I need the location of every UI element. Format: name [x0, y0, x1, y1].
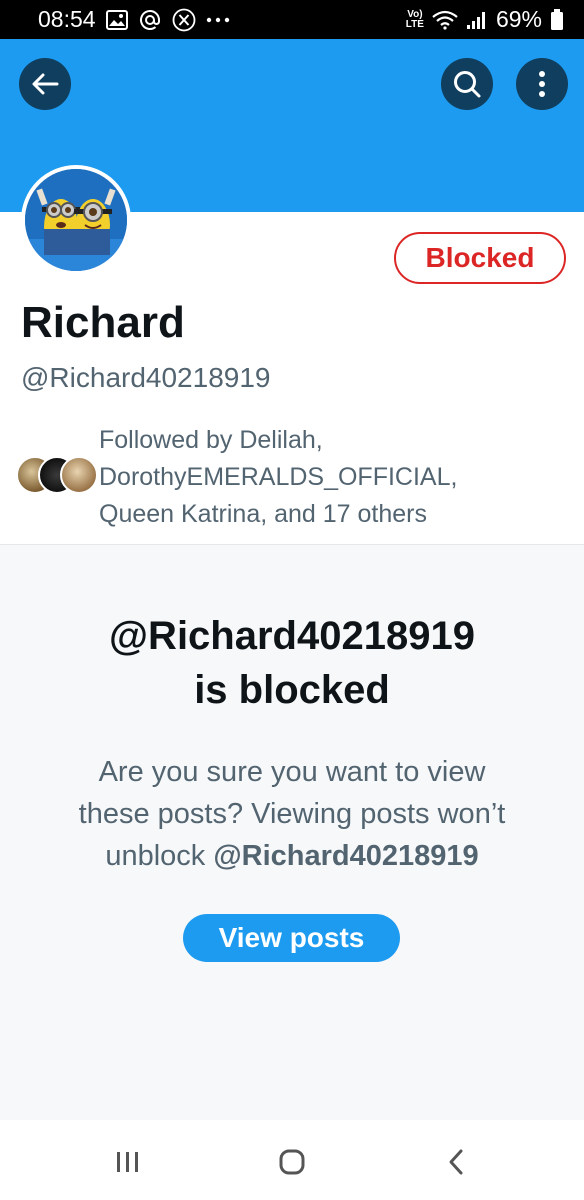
home-button[interactable]	[272, 1142, 312, 1182]
search-button[interactable]	[441, 58, 493, 110]
blocked-desc-line: these posts? Viewing posts won’t	[78, 798, 506, 830]
status-left: 08:54	[38, 6, 230, 33]
followed-by-line: Followed by Delilah,	[99, 426, 323, 454]
display-name: Richard	[21, 298, 185, 347]
back-chevron-icon	[446, 1148, 466, 1176]
blocked-desc-line: unblock @Richard40218919	[0, 835, 584, 877]
battery-percent: 69%	[495, 6, 542, 32]
more-dots-icon	[206, 17, 230, 23]
more-vertical-icon	[538, 69, 546, 99]
wifi-icon	[432, 10, 458, 30]
follower-avatar	[60, 456, 98, 494]
gallery-icon	[105, 9, 128, 30]
recents-button[interactable]	[108, 1142, 148, 1182]
profile-handle: @Richard40218919	[21, 362, 271, 393]
blocked-desc-prefix: unblock	[105, 840, 214, 872]
system-back-button[interactable]	[436, 1142, 476, 1182]
blocked-title-line: @Richard40218919	[109, 614, 475, 658]
system-nav-bar	[0, 1120, 584, 1200]
blocked-button[interactable]: Blocked	[394, 232, 566, 284]
back-button[interactable]	[19, 58, 71, 110]
blocked-title: @Richard40218919 is blocked	[0, 609, 584, 717]
volte-icon: Vo) LTE	[405, 9, 424, 30]
status-time: 08:54	[38, 6, 96, 32]
view-posts-label: View posts	[218, 922, 365, 953]
blocked-title-line: is blocked	[194, 668, 390, 712]
blocked-button-label: Blocked	[425, 242, 535, 273]
more-options-button[interactable]	[516, 58, 568, 110]
blocked-desc-line: Are you sure you want to view	[98, 756, 486, 788]
avatar[interactable]	[21, 165, 131, 275]
battery-icon	[550, 8, 564, 31]
followed-by-text: Followed by Delilah, DorothyEMERALDS_OFF…	[99, 422, 569, 533]
x-logo-icon	[172, 8, 196, 32]
follower-avatars	[16, 456, 98, 496]
home-icon	[278, 1148, 306, 1176]
volte-label-bottom: LTE	[405, 18, 424, 30]
blocked-desc-handle: @Richard40218919	[213, 840, 479, 872]
followed-by-line: DorothyEMERALDS_OFFICIAL,	[99, 463, 458, 491]
arrow-left-icon	[30, 69, 60, 99]
blocked-description: Are you sure you want to view these post…	[0, 751, 584, 877]
recents-icon	[115, 1150, 141, 1174]
search-icon	[452, 69, 482, 99]
at-icon	[138, 8, 162, 32]
view-posts-button[interactable]: View posts	[183, 914, 400, 962]
followed-by-line: Queen Katrina, and 17 others	[99, 500, 428, 528]
followers-you-know[interactable]: Followed by Delilah, DorothyEMERALDS_OFF…	[16, 420, 576, 532]
status-bar: 08:54 Vo) LTE 69%	[0, 0, 584, 39]
signal-icon	[466, 10, 488, 30]
status-right: Vo) LTE 69%	[406, 6, 564, 33]
blocked-notice: @Richard40218919 is blocked Are you sure…	[0, 545, 584, 1120]
